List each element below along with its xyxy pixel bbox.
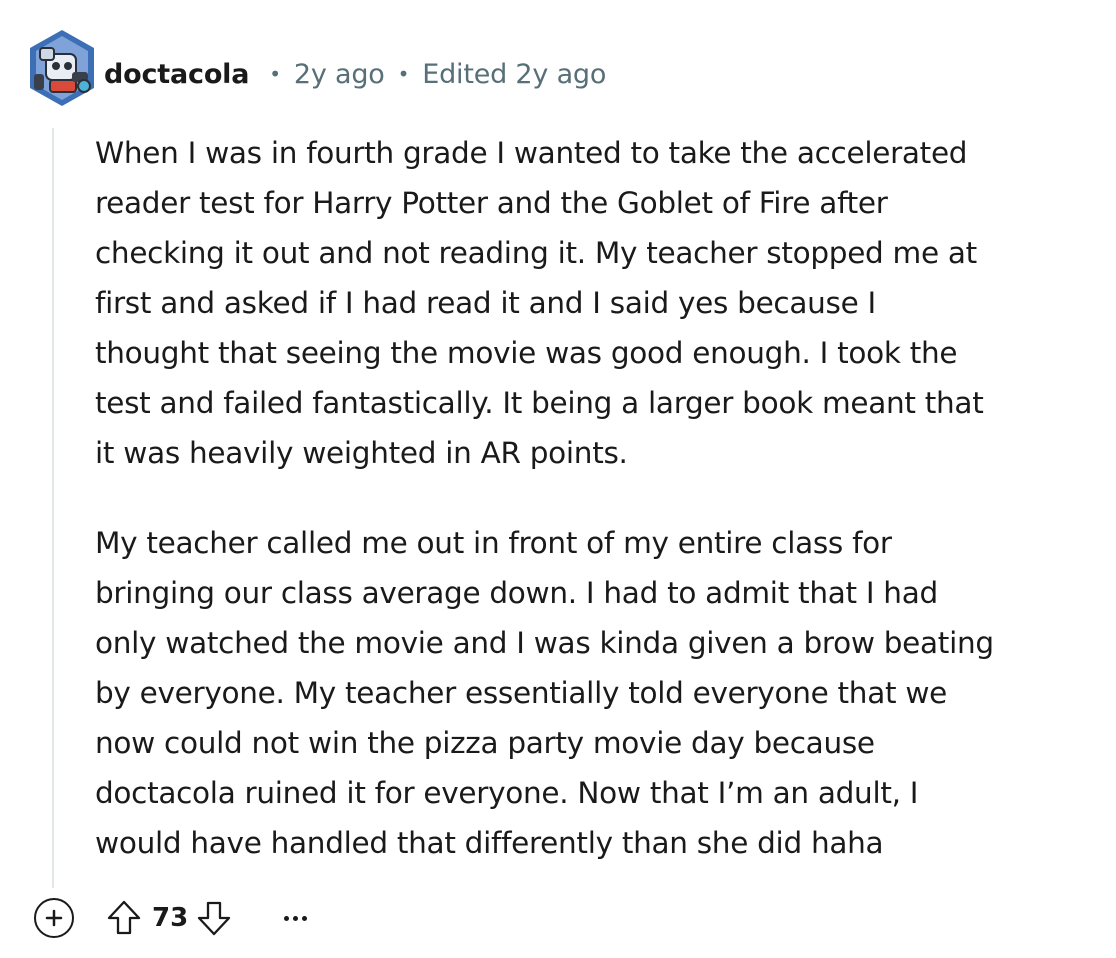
text-line: doctacola ruined it for everyone. Now th… xyxy=(95,776,919,810)
vote-score: 73 xyxy=(152,903,189,933)
downvote-arrow-icon[interactable] xyxy=(196,899,232,937)
thread-line[interactable] xyxy=(52,128,54,888)
text-line: test and failed fantastically. It being … xyxy=(95,386,984,420)
edited-label: Edited 2y ago xyxy=(422,58,607,90)
expand-button[interactable] xyxy=(34,898,74,938)
vote-controls: 73 xyxy=(106,899,232,937)
plus-icon xyxy=(45,909,63,927)
separator-dot: • xyxy=(397,62,410,86)
text-line: only watched the movie and I was kinda g… xyxy=(95,626,994,660)
ellipsis-icon xyxy=(302,915,308,921)
separator-dot: • xyxy=(269,62,281,86)
text-line: would have handled that differently than… xyxy=(95,826,884,860)
text-line: it was heavily weighted in AR points. xyxy=(95,436,628,470)
more-options-button[interactable] xyxy=(284,915,308,921)
text-line: now could not win the pizza party movie … xyxy=(95,726,875,760)
upvote-arrow-icon[interactable] xyxy=(106,899,142,937)
user-avatar[interactable] xyxy=(26,28,98,108)
text-line: checking it out and not reading it. My t… xyxy=(95,236,977,270)
comment: doctacola • 2y ago • Edited 2y ago When … xyxy=(0,0,1116,958)
comment-paragraph: When I was in fourth grade I wanted to t… xyxy=(95,128,1095,478)
ellipsis-icon xyxy=(293,915,299,921)
text-line: thought that seeing the movie was good e… xyxy=(95,336,958,370)
text-line: bringing our class average down. I had t… xyxy=(95,576,938,610)
text-line: When I was in fourth grade I wanted to t… xyxy=(95,136,968,170)
comment-body: When I was in fourth grade I wanted to t… xyxy=(95,128,1095,868)
username-link[interactable]: doctacola xyxy=(104,59,249,90)
timestamp[interactable]: 2y ago xyxy=(294,59,385,90)
snoo-avatar-icon xyxy=(30,30,94,106)
comment-paragraph: My teacher called me out in front of my … xyxy=(95,518,1095,868)
text-line: My teacher called me out in front of my … xyxy=(95,526,892,560)
ellipsis-icon xyxy=(284,915,290,921)
text-line: reader test for Harry Potter and the Gob… xyxy=(95,186,888,220)
text-line: first and asked if I had read it and I s… xyxy=(95,286,876,320)
comment-header: doctacola • 2y ago • Edited 2y ago xyxy=(104,54,606,94)
comment-action-bar: 73 xyxy=(34,896,308,940)
text-line: by everyone. My teacher essentially told… xyxy=(95,676,947,710)
